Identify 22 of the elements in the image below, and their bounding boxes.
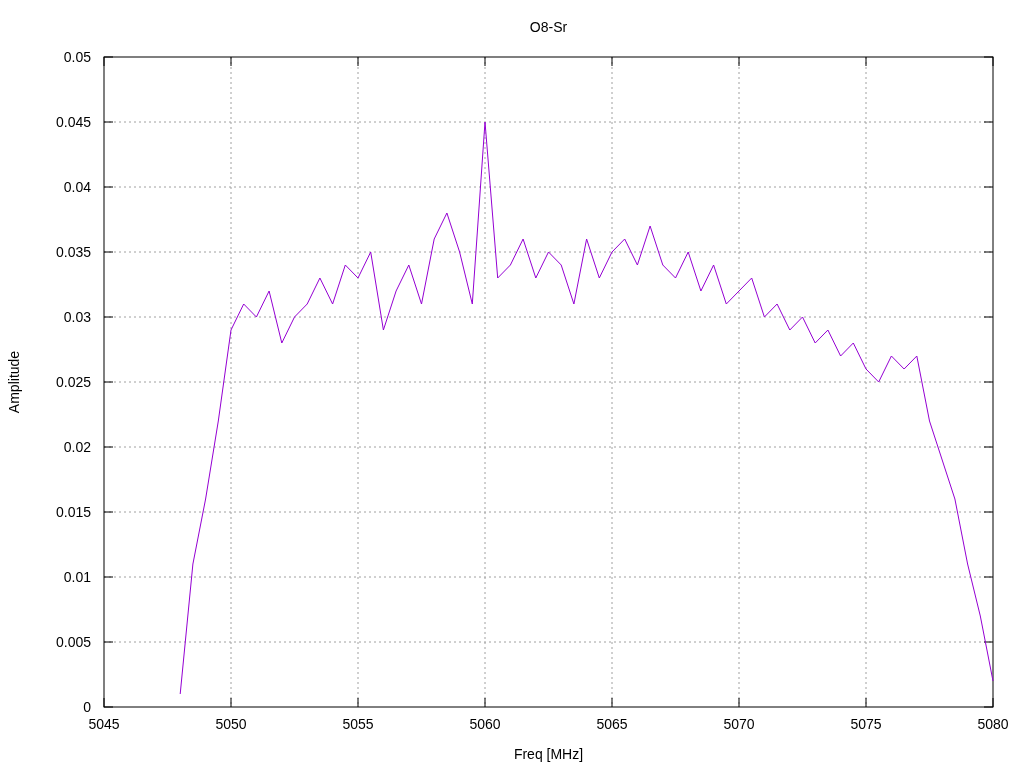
y-tick-label: 0.025 [55, 374, 91, 390]
y-tick-label: 0.005 [55, 634, 91, 650]
y-tick-label: 0.03 [63, 309, 91, 325]
y-tick-label: 0.045 [55, 114, 91, 130]
x-tick-label: 5075 [850, 716, 882, 732]
y-tick-label: 0.04 [63, 179, 91, 195]
x-tick-label: 5080 [977, 716, 1009, 732]
y-tick-label: 0 [83, 699, 91, 715]
y-axis-label: Amplitude [6, 350, 22, 414]
y-tick-label: 0.05 [63, 49, 91, 65]
x-tick-label: 5055 [342, 716, 374, 732]
x-tick-label: 5065 [596, 716, 628, 732]
y-tick-label: 0.02 [63, 439, 91, 455]
y-tick-label: 0.01 [63, 569, 91, 585]
y-tick-label: 0.015 [55, 504, 91, 520]
y-tick-label: 0.035 [55, 244, 91, 260]
x-tick-label: 5060 [469, 716, 501, 732]
x-tick-label: 5045 [88, 716, 120, 732]
chart-title: O8-Sr [529, 19, 568, 35]
x-tick-label: 5070 [723, 716, 755, 732]
x-tick-label: 5050 [215, 716, 247, 732]
x-axis-label: Freq [MHz] [513, 746, 584, 762]
